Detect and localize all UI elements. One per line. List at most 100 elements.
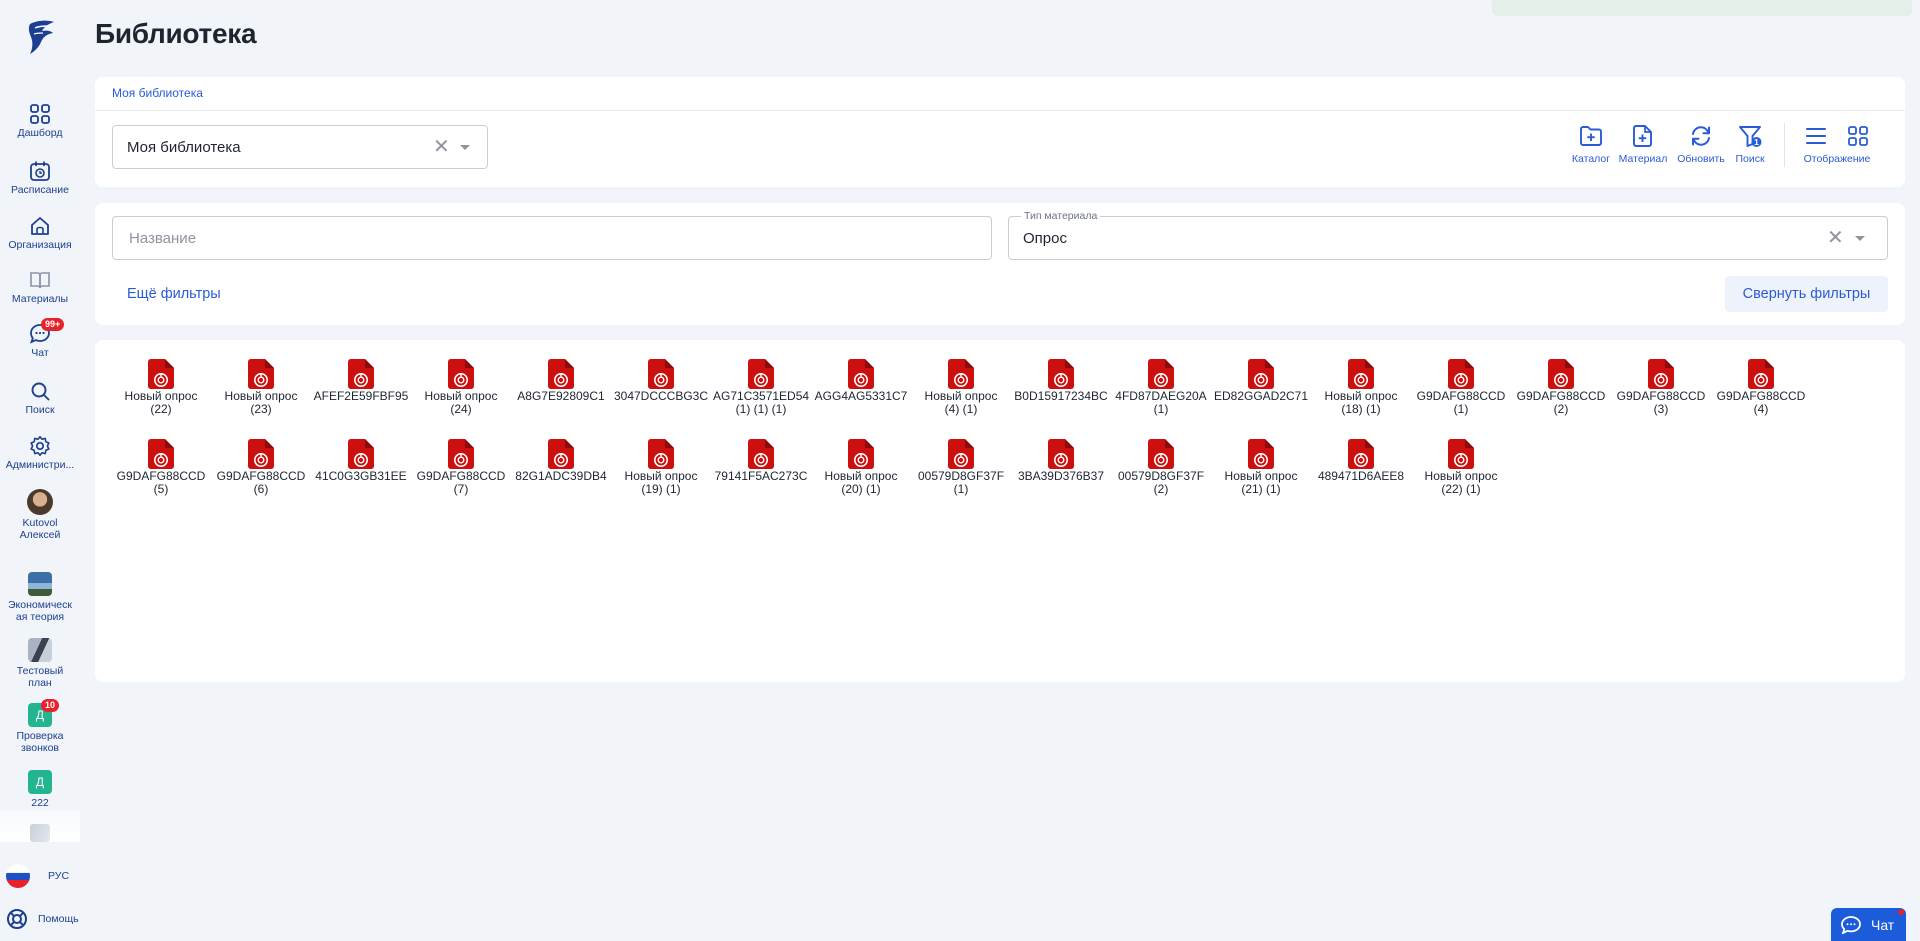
file-name-line1: Новый опрос xyxy=(124,390,198,403)
search-filter-label: Поиск xyxy=(1735,153,1765,165)
refresh-button[interactable]: Обновить xyxy=(1673,123,1729,165)
file-item[interactable]: AGG4AG5331C7 xyxy=(811,359,911,403)
file-item[interactable]: Новый опрос (23) xyxy=(211,359,311,416)
file-item[interactable]: 3047DCCCBG3C xyxy=(611,359,711,403)
breadcrumb[interactable]: Моя библиотека xyxy=(112,86,203,100)
logo-icon[interactable] xyxy=(22,18,58,56)
survey-file-icon xyxy=(848,359,874,389)
clear-icon[interactable]: ✕ xyxy=(433,137,450,157)
file-item[interactable]: G9DAFG88CCD (6) xyxy=(211,439,311,496)
course-item-test-plan[interactable]: Тестовый план xyxy=(0,638,80,689)
survey-file-icon xyxy=(1348,359,1374,389)
more-filters-button[interactable]: Ещё фильтры xyxy=(127,286,221,302)
file-name-line1: Новый опрос xyxy=(924,390,998,403)
file-item[interactable]: 00579D8GF37F (1) xyxy=(911,439,1011,496)
file-name-line1: Новый опрос xyxy=(1424,470,1498,483)
name-search-input[interactable] xyxy=(113,217,991,259)
sidebar-scroll-fade xyxy=(0,810,80,842)
survey-file-icon xyxy=(1548,359,1574,389)
search-filter-button[interactable]: 1 Поиск xyxy=(1728,123,1772,165)
language-switcher[interactable]: РУС xyxy=(6,864,69,888)
file-name-line2: (2) xyxy=(1553,403,1569,416)
material-type-select[interactable]: Тип материала Опрос ✕ xyxy=(1008,210,1888,260)
nav-user[interactable]: Kutovol Алексей xyxy=(0,489,80,541)
nav-chat-label: Чат xyxy=(31,347,49,359)
material-type-value: Опрос xyxy=(1023,230,1067,247)
chat-widget-button[interactable]: Чат xyxy=(1831,908,1906,941)
divider xyxy=(95,110,1905,111)
file-item[interactable]: B0D15917234BC xyxy=(1011,359,1111,403)
toolbar-divider xyxy=(1784,123,1785,167)
file-name-line1: AFEF2E59FBF95 xyxy=(313,390,409,403)
file-item[interactable]: Новый опрос (22) (1) xyxy=(1411,439,1511,496)
file-name-line2: (3) xyxy=(1653,403,1669,416)
nav-search[interactable]: Поиск xyxy=(0,380,80,416)
file-item[interactable]: G9DAFG88CCD (7) xyxy=(411,439,511,496)
file-item[interactable]: Новый опрос (22) xyxy=(111,359,211,416)
file-name-line1: G9DAFG88CCD xyxy=(216,470,306,483)
nav-organization[interactable]: Организация xyxy=(0,215,80,251)
survey-file-icon xyxy=(1148,439,1174,469)
clear-icon[interactable]: ✕ xyxy=(1827,228,1844,248)
nav-chat[interactable]: Чат 99+ xyxy=(0,318,80,359)
survey-file-icon xyxy=(448,439,474,469)
file-item[interactable]: G9DAFG88CCD (3) xyxy=(1611,359,1711,416)
help-link[interactable]: Помощь xyxy=(6,908,79,930)
nav-schedule-label: Расписание xyxy=(11,184,69,196)
chevron-down-icon[interactable] xyxy=(460,145,470,150)
file-name-line1: 489471D6AEE8 xyxy=(1317,470,1405,483)
user-name: Kutovol Алексей xyxy=(19,517,61,541)
filter-count-badge: 1 xyxy=(1754,137,1759,147)
file-item[interactable]: AG71C3571ED54 (1) (1) (1) xyxy=(711,359,811,416)
file-item[interactable]: Новый опрос (24) xyxy=(411,359,511,416)
nav-dashboard[interactable]: Дашборд xyxy=(0,103,80,139)
file-item[interactable]: Новый опрос (19) (1) xyxy=(611,439,711,496)
file-item[interactable]: G9DAFG88CCD (5) xyxy=(111,439,211,496)
grid-view-icon[interactable] xyxy=(1847,123,1869,149)
file-item[interactable]: 82G1ADC39DB4 xyxy=(511,439,611,483)
collapse-filters-button[interactable]: Свернуть фильтры xyxy=(1725,276,1888,312)
file-name-line1: AG71C3571ED54 xyxy=(713,390,809,403)
material-button[interactable]: Материал xyxy=(1615,123,1671,165)
file-item[interactable]: ED82GGAD2C71 xyxy=(1211,359,1311,403)
file-item[interactable]: 3BA39D376B37 xyxy=(1011,439,1111,483)
survey-file-icon xyxy=(1348,439,1374,469)
file-item[interactable]: Новый опрос (21) (1) xyxy=(1211,439,1311,496)
chevron-down-icon[interactable] xyxy=(1855,236,1865,241)
course-item-call-check[interactable]: Д Проверка звонков 10 xyxy=(0,699,80,754)
file-item[interactable]: Новый опрос (20) (1) xyxy=(811,439,911,496)
file-item[interactable]: AFEF2E59FBF95 xyxy=(311,359,411,403)
file-item[interactable]: Новый опрос (18) (1) xyxy=(1311,359,1411,416)
library-select[interactable]: Моя библиотека ✕ xyxy=(112,125,488,169)
file-item[interactable]: 79141F5AC273C xyxy=(711,439,811,483)
file-name-line1: Новый опрос xyxy=(1324,390,1398,403)
list-view-icon[interactable] xyxy=(1805,123,1827,149)
file-item[interactable]: G9DAFG88CCD (2) xyxy=(1511,359,1611,416)
file-item[interactable]: 489471D6AEE8 xyxy=(1311,439,1411,483)
file-name-line1: A8G7E92809C1 xyxy=(517,390,605,403)
nav-admin[interactable]: Администри... xyxy=(0,435,80,471)
file-item[interactable]: A8G7E92809C1 xyxy=(511,359,611,403)
file-item[interactable]: 4FD87DAEG20A (1) xyxy=(1111,359,1211,416)
file-name-line1: G9DAFG88CCD xyxy=(116,470,206,483)
survey-file-icon xyxy=(1048,359,1074,389)
name-filter-field[interactable] xyxy=(112,216,992,260)
survey-file-icon xyxy=(448,359,474,389)
file-name-line2: (1) xyxy=(1453,403,1469,416)
file-item[interactable]: 00579D8GF37F (2) xyxy=(1111,439,1211,496)
catalog-button[interactable]: Каталог xyxy=(1569,123,1613,165)
file-name-line1: Новый опрос xyxy=(1224,470,1298,483)
course-item-economics[interactable]: Экономическ ая теория xyxy=(0,572,80,623)
nav-materials[interactable]: Материалы xyxy=(0,269,80,305)
file-item[interactable]: 41C0G3GB31EE xyxy=(311,439,411,483)
file-name-line1: G9DAFG88CCD xyxy=(1416,390,1506,403)
course-item-222[interactable]: Д 222 xyxy=(0,770,80,809)
file-item[interactable]: G9DAFG88CCD (1) xyxy=(1411,359,1511,416)
file-item[interactable]: G9DAFG88CCD (4) xyxy=(1711,359,1811,416)
course-label: 222 xyxy=(31,797,49,809)
file-name-line2: (21) (1) xyxy=(1241,483,1281,496)
display-mode-toggle[interactable]: Отображение xyxy=(1801,123,1873,165)
survey-file-icon xyxy=(1448,359,1474,389)
nav-schedule[interactable]: Расписание xyxy=(0,160,80,196)
file-item[interactable]: Новый опрос (4) (1) xyxy=(911,359,1011,416)
